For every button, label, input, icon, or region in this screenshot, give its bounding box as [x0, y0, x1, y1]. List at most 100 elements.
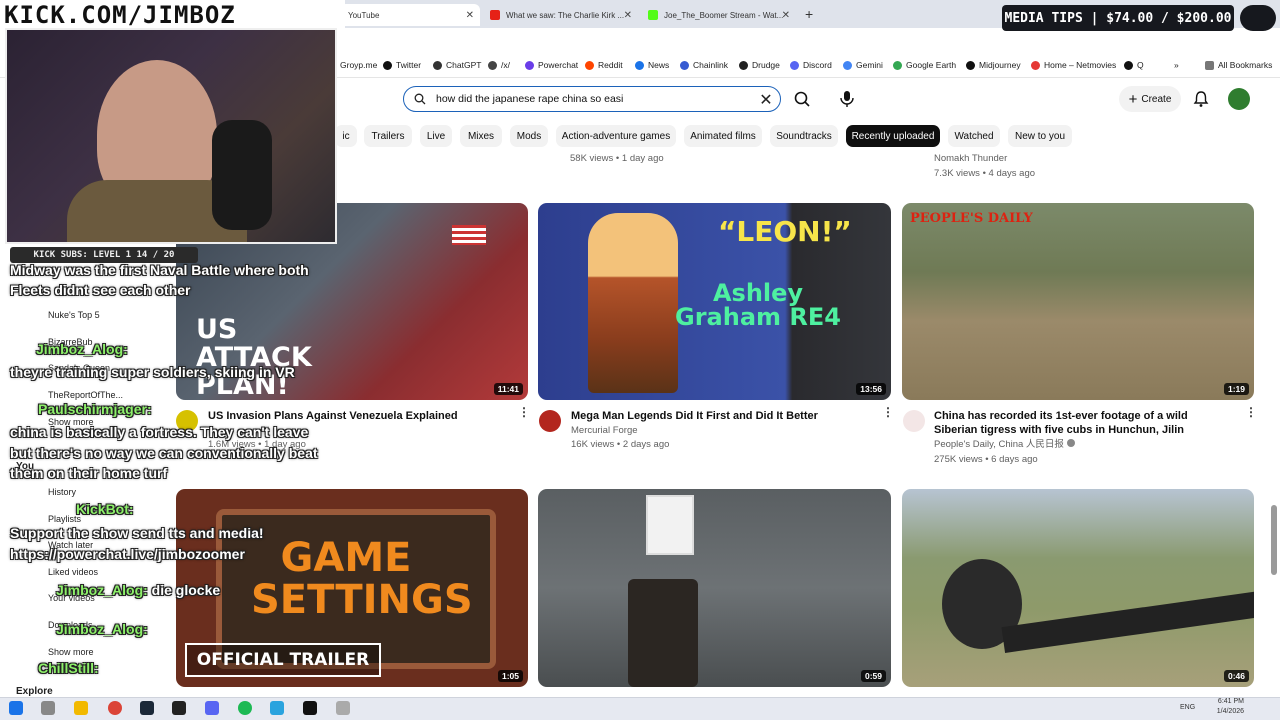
video-title[interactable]: China has recorded its 1st-ever footage …	[934, 409, 1229, 437]
kick-favicon-icon	[648, 10, 658, 20]
bookmark-drudge[interactable]: Drudge	[739, 60, 780, 70]
start-icon[interactable]	[9, 701, 23, 715]
bookmark-reddit[interactable]: Reddit	[585, 60, 623, 70]
chat-line: https://powerchat.live/jimbozoomer	[10, 546, 245, 562]
bookmark-discord[interactable]: Discord	[790, 60, 832, 70]
file-explorer-icon[interactable]	[74, 701, 88, 715]
video-title[interactable]: US Invasion Plans Against Venezuela Expl…	[208, 409, 508, 423]
task-view-icon[interactable]	[41, 701, 55, 715]
more-options-icon[interactable]: ⋮	[518, 406, 530, 424]
bookmark-netmovies[interactable]: Home – Netmovies	[1031, 60, 1116, 70]
search-box[interactable]: how did the japanese rape china so easi …	[403, 86, 781, 112]
windows-taskbar	[0, 697, 1280, 720]
sidebar-item-liked-videos[interactable]: Liked videos	[48, 567, 98, 577]
chip-watched[interactable]: Watched	[948, 125, 1000, 147]
discord-icon[interactable]	[205, 701, 219, 715]
kick-url-banner: KICK.COM/JIMBOZ	[0, 0, 345, 30]
page-scrollbar[interactable]	[1271, 505, 1277, 575]
bookmark-q[interactable]: Q	[1124, 60, 1144, 70]
chip-new-to-you[interactable]: New to you	[1008, 125, 1072, 147]
chip-mixes[interactable]: Mixes	[460, 125, 502, 147]
spotify-icon[interactable]	[238, 701, 252, 715]
sidebar-show-more[interactable]: Show more	[48, 647, 94, 657]
chip-action-adventure[interactable]: Action-adventure games	[556, 125, 676, 147]
goal-ornament-icon	[1240, 5, 1276, 31]
bookmark-groyp[interactable]: Groyp.me	[340, 60, 377, 70]
chip-live[interactable]: Live	[420, 125, 452, 147]
app-icon[interactable]	[172, 701, 186, 715]
all-bookmarks[interactable]: All Bookmarks	[1205, 60, 1272, 70]
more-options-icon[interactable]: ⋮	[1245, 406, 1257, 424]
video-title[interactable]: Mega Man Legends Did It First and Did It…	[571, 409, 871, 423]
channel-name[interactable]: People's Daily, China 人民日报	[934, 438, 1075, 452]
app-icon[interactable]	[303, 701, 317, 715]
tab-joe-the-boomer[interactable]: Joe_The_Boomer Stream - Wat... ✕	[640, 4, 796, 26]
app-icon[interactable]	[336, 701, 350, 715]
tab-youtube[interactable]: YouTube ✕	[340, 4, 480, 26]
chip-animated-films[interactable]: Animated films	[684, 125, 762, 147]
bookmark-x[interactable]: /x/	[488, 60, 510, 70]
clear-search-icon[interactable]: ✕	[757, 90, 775, 110]
discord-icon	[790, 60, 799, 70]
steam-icon[interactable]	[140, 701, 154, 715]
more-bookmarks-icon[interactable]: »	[1174, 60, 1179, 70]
clock-date[interactable]: 1/4/2026	[1208, 708, 1244, 715]
bookmark-powerchat[interactable]: Powerchat	[525, 60, 578, 70]
chip-partial[interactable]: ic	[335, 125, 357, 147]
chat-line: but there's no way we can conventionally…	[10, 445, 318, 461]
home-icon	[1031, 60, 1040, 70]
sidebar-explore-heading[interactable]: Explore	[16, 686, 53, 697]
youtube-favicon-icon	[490, 10, 500, 20]
account-avatar[interactable]	[1228, 88, 1250, 110]
chrome-icon[interactable]	[108, 701, 122, 715]
video-thumbnail[interactable]: GAME SETTINGS OFFICIAL TRAILER 1:05	[176, 489, 528, 687]
video-thumbnail[interactable]: 0:46	[902, 489, 1254, 687]
chat-message: KickBot:	[76, 501, 134, 517]
bookmark-chatgpt[interactable]: ChatGPT	[433, 60, 481, 70]
chat-line: theyre training super soldiers, skiing i…	[10, 364, 295, 380]
chip-soundtracks[interactable]: Soundtracks	[770, 125, 838, 147]
bookmark-twitter[interactable]: Twitter	[383, 60, 421, 70]
search-input[interactable]: how did the japanese rape china so easi	[436, 93, 623, 105]
language-indicator[interactable]: ENG	[1180, 704, 1195, 711]
video-meta: 16K views • 2 days ago	[571, 439, 670, 450]
channel-name[interactable]: Mercurial Forge	[571, 424, 638, 438]
sidebar-item-nukes-top-5[interactable]: Nuke's Top 5	[48, 310, 100, 320]
video-duration: 0:46	[1223, 670, 1249, 682]
chip-recently-uploaded[interactable]: Recently uploaded	[846, 125, 940, 147]
telegram-icon[interactable]	[270, 701, 284, 715]
bookmark-news[interactable]: News	[635, 60, 669, 70]
close-tab-icon[interactable]: ✕	[466, 10, 474, 21]
close-tab-icon[interactable]: ✕	[624, 10, 632, 21]
bookmark-chainlink[interactable]: Chainlink	[680, 60, 728, 70]
channel-avatar[interactable]	[903, 410, 925, 432]
us-flag-icon	[452, 225, 486, 245]
search-button[interactable]	[791, 89, 813, 109]
create-button[interactable]: + Create	[1119, 86, 1181, 112]
chip-trailers[interactable]: Trailers	[364, 125, 412, 147]
grid-icon	[488, 60, 497, 70]
video-thumbnail[interactable]: “LEON!” Ashley Graham RE4 13:56	[538, 203, 891, 400]
sidebar-item-thereport[interactable]: TheReportOfThe...	[48, 390, 123, 400]
notifications-bell-icon[interactable]	[1192, 90, 1210, 108]
tab-charlie-kirk[interactable]: What we saw: The Charlie Kirk ... ✕	[482, 4, 638, 26]
video-thumbnail[interactable]: PEOPLE'S DAILY 1:19	[902, 203, 1254, 400]
channel-avatar[interactable]	[539, 410, 561, 432]
more-options-icon[interactable]: ⋮	[882, 406, 894, 424]
chip-mods[interactable]: Mods	[510, 125, 548, 147]
bookmark-gemini[interactable]: Gemini	[843, 60, 883, 70]
sidebar-item-history[interactable]: History	[48, 487, 76, 497]
chat-message: Paulschirmjager:	[38, 401, 152, 417]
close-tab-icon[interactable]: ✕	[782, 10, 790, 21]
bookmark-midjourney[interactable]: Midjourney	[966, 60, 1021, 70]
video-duration: 1:05	[497, 670, 523, 682]
x-icon	[383, 60, 392, 70]
q-icon	[1124, 60, 1133, 70]
new-tab-icon[interactable]: +	[805, 6, 813, 22]
channel-name[interactable]: Nomakh Thunder	[934, 152, 1007, 166]
video-thumbnail[interactable]: 0:59	[538, 489, 891, 687]
bookmark-google-earth[interactable]: Google Earth	[893, 60, 956, 70]
clock-time[interactable]: 6:41 PM	[1208, 698, 1244, 705]
microphone-icon[interactable]	[838, 89, 856, 109]
chat-message: Jimboz_Alog:	[36, 341, 128, 357]
